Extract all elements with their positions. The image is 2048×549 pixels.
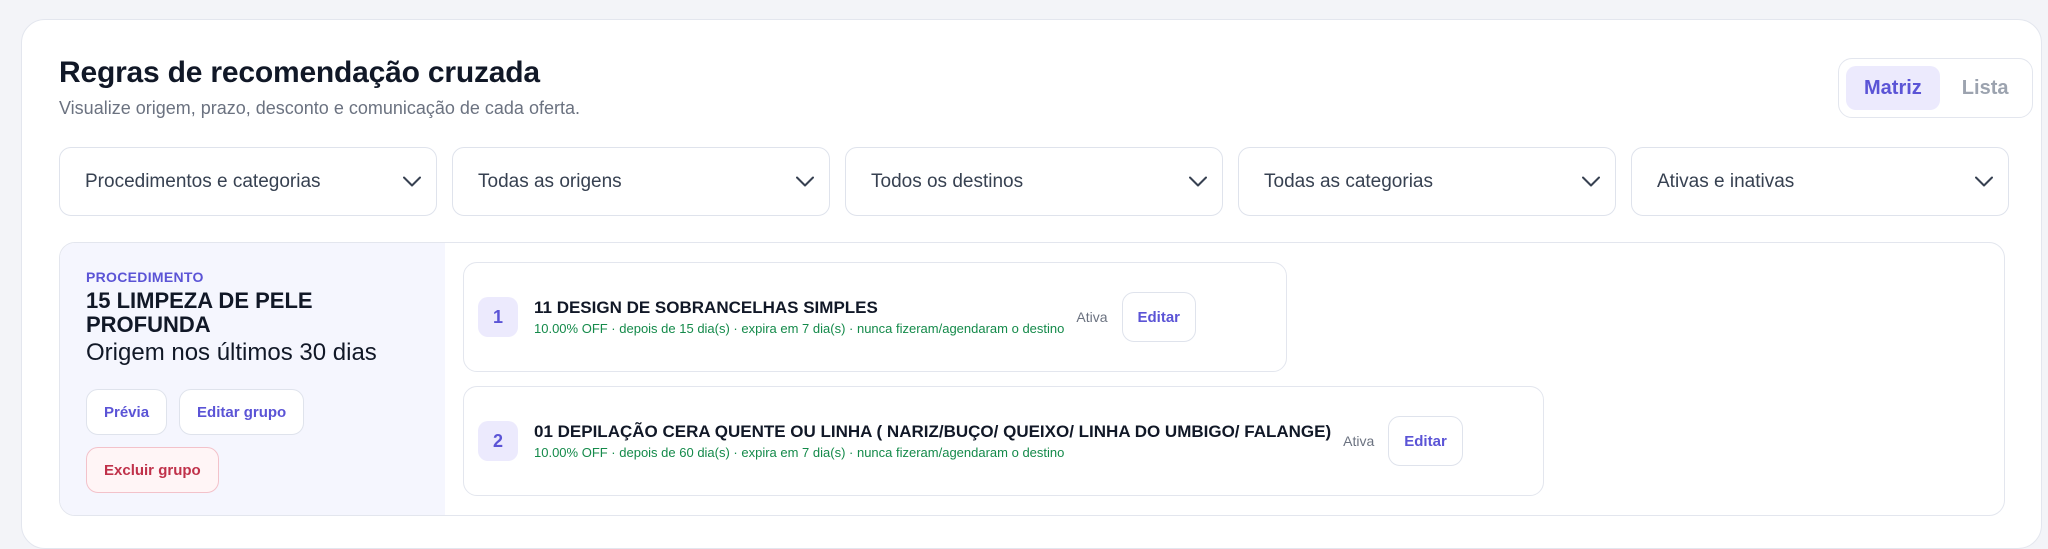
chevron-down-icon (400, 170, 424, 194)
rule-edit-button[interactable]: Editar (1121, 292, 1197, 342)
rule-text: 01 DEPILAÇÃO CERA QUENTE OU LINHA ( NARI… (534, 422, 1331, 460)
chevron-down-icon (793, 170, 817, 194)
page-subtitle: Visualize origem, prazo, desconto e comu… (59, 98, 580, 118)
filter-origin-value: Todas as origens (478, 170, 622, 192)
chevron-down-icon (1579, 170, 1603, 194)
rule-title: 01 DEPILAÇÃO CERA QUENTE OU LINHA ( NARI… (534, 422, 1332, 441)
rules-card: Regras de recomendação cruzada Visualize… (21, 19, 2042, 549)
edit-group-button[interactable]: Editar grupo (179, 389, 305, 435)
delete-group-button[interactable]: Excluir grupo (86, 447, 219, 493)
rule-status: Ativa (1076, 309, 1108, 325)
rule-title: 11 DESIGN DE SOBRANCELHAS SIMPLES (534, 298, 878, 317)
rule-number-badge: 2 (478, 421, 518, 461)
page-title: Regras de recomendação cruzada (59, 56, 540, 89)
filter-type-select[interactable]: Procedimentos e categorias (59, 147, 437, 216)
group-name: 15 LIMPEZA DE PELE PROFUNDA (86, 288, 313, 337)
group-sidebar: PROCEDIMENTO 15 LIMPEZA DE PELE PROFUNDA… (60, 243, 445, 515)
filter-status-select[interactable]: Ativas e inativas (1631, 147, 2009, 216)
view-list-button[interactable]: Lista (1944, 66, 2027, 110)
filter-type-value: Procedimentos e categorias (85, 170, 321, 192)
rule-number-badge: 1 (478, 297, 518, 337)
preview-button[interactable]: Prévia (86, 389, 168, 435)
filter-category-value: Todas as categorias (1264, 170, 1433, 192)
group-kind-label: PROCEDIMENTO (86, 269, 204, 285)
view-toggle: Matriz Lista (1838, 58, 2033, 118)
filter-destination-select[interactable]: Todos os destinos (845, 147, 1223, 216)
chevron-down-icon (1972, 170, 1996, 194)
view-matrix-button[interactable]: Matriz (1846, 66, 1940, 110)
group-origin: Origem nos últimos 30 dias (86, 339, 377, 366)
chevron-down-icon (1186, 170, 1210, 194)
filter-destination-value: Todos os destinos (871, 170, 1024, 192)
filter-category-select[interactable]: Todas as categorias (1238, 147, 1616, 216)
rule-meta: 10.00% OFF · depois de 15 dia(s) · expir… (534, 321, 1065, 336)
group-actions: Prévia Editar grupo (86, 389, 419, 435)
rule-group: PROCEDIMENTO 15 LIMPEZA DE PELE PROFUNDA… (59, 242, 2005, 516)
rule-text: 11 DESIGN DE SOBRANCELHAS SIMPLES 10.00%… (534, 298, 1064, 336)
filter-status-value: Ativas e inativas (1657, 170, 1795, 192)
rule-edit-button[interactable]: Editar (1388, 416, 1463, 466)
rule-status: Ativa (1343, 433, 1375, 449)
filter-origin-select[interactable]: Todas as origens (452, 147, 830, 216)
header: Regras de recomendação cruzada Visualize… (59, 56, 580, 119)
rule-meta: 10.00% OFF · depois de 60 dia(s) · expir… (534, 445, 1065, 460)
rule-item: 2 01 DEPILAÇÃO CERA QUENTE OU LINHA ( NA… (463, 386, 1544, 496)
filters-bar: Procedimentos e categorias Todas as orig… (59, 147, 2009, 216)
rule-item: 1 11 DESIGN DE SOBRANCELHAS SIMPLES 10.0… (463, 262, 1287, 372)
